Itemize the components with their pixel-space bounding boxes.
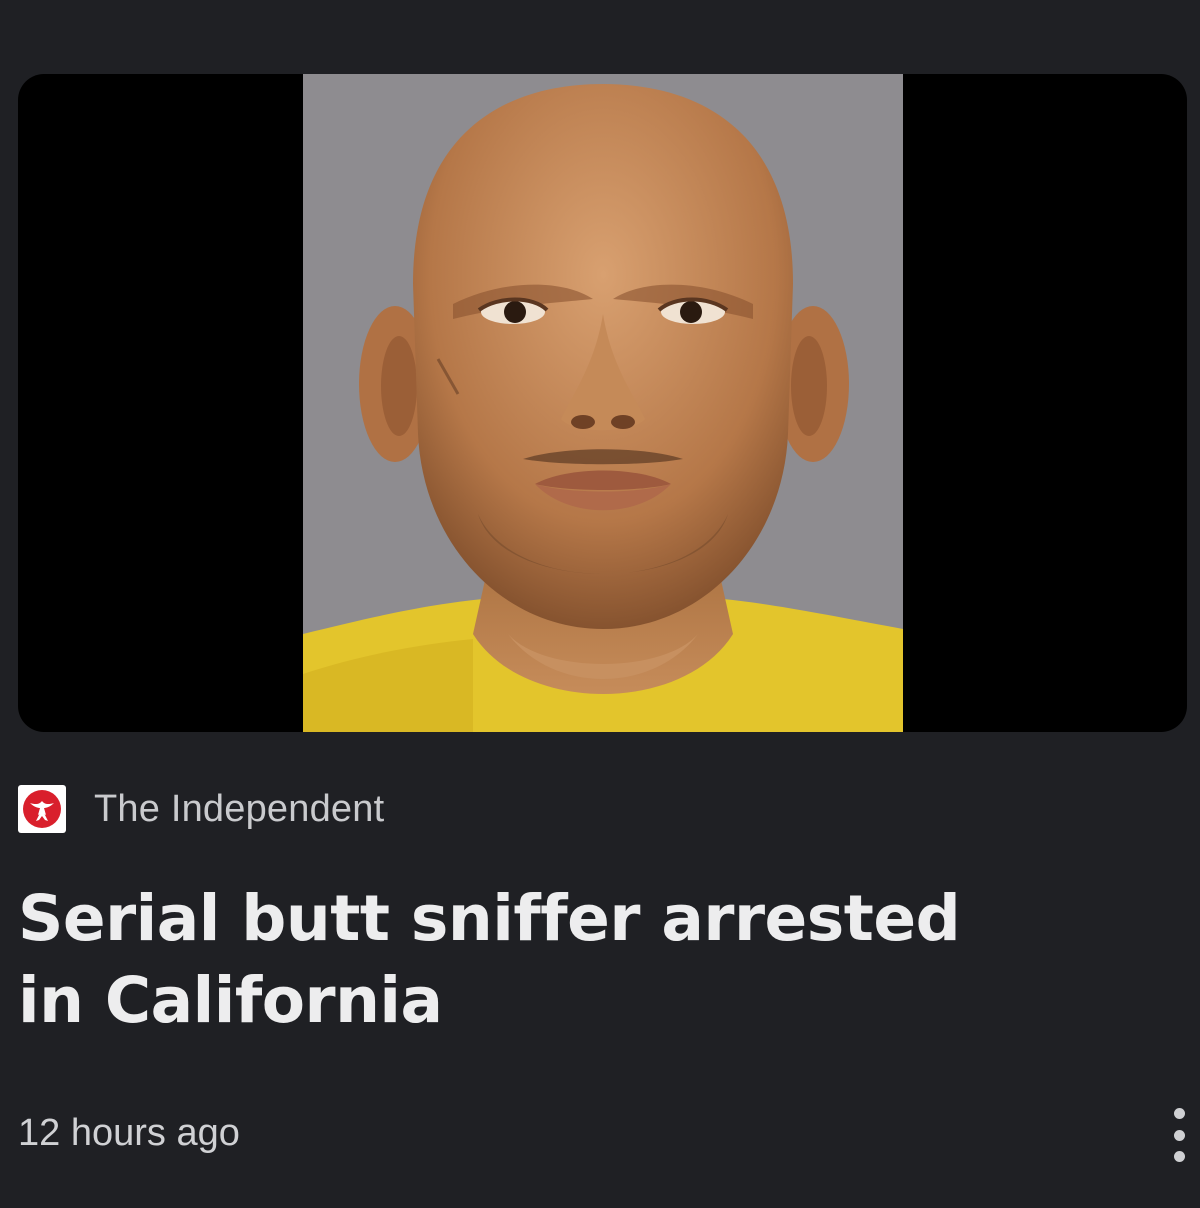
- article-footer: 12 hours ago: [18, 1108, 1190, 1162]
- mugshot-photo: [303, 74, 903, 732]
- news-card[interactable]: The Independent Serial butt sniffer arre…: [0, 0, 1200, 1208]
- source-row[interactable]: The Independent: [18, 784, 384, 834]
- eagle-logo-icon: [18, 785, 66, 833]
- source-name[interactable]: The Independent: [94, 788, 384, 831]
- article-timestamp: 12 hours ago: [18, 1112, 240, 1154]
- article-headline[interactable]: Serial butt sniffer arrested in Californ…: [18, 878, 1018, 1042]
- more-dot: [1173, 1108, 1185, 1119]
- more-dot: [1173, 1129, 1185, 1141]
- article-thumbnail[interactable]: [18, 74, 1187, 732]
- more-dot: [1173, 1151, 1185, 1162]
- more-vert-icon[interactable]: [1168, 1108, 1190, 1162]
